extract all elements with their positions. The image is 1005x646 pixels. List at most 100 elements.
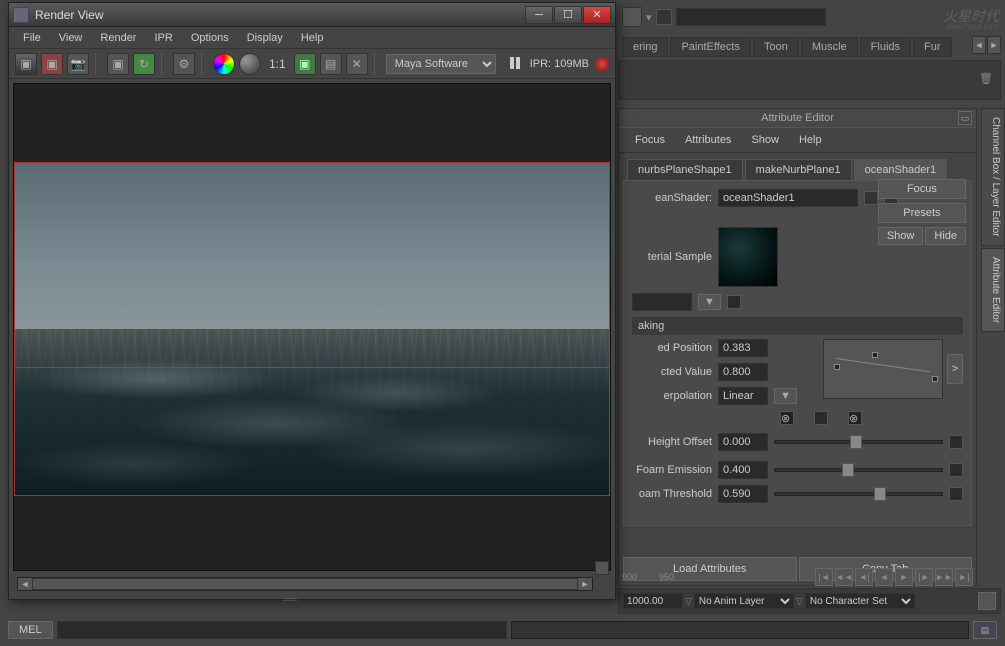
pause-icon[interactable] xyxy=(510,57,524,71)
input-connection-icon[interactable] xyxy=(864,191,878,205)
dropdown-icon[interactable]: ▽ xyxy=(796,596,803,607)
foam-emission-slider[interactable] xyxy=(774,468,943,472)
tab-oceanshader[interactable]: oceanShader1 xyxy=(854,159,948,180)
toolbar-icon[interactable] xyxy=(656,9,672,25)
search-input[interactable] xyxy=(676,8,826,26)
interp-dropdown-icon[interactable]: ▼ xyxy=(774,388,797,404)
mel-input[interactable] xyxy=(57,621,507,639)
shader-name-input[interactable] xyxy=(718,189,858,207)
height-slider[interactable] xyxy=(774,440,943,444)
focus-button[interactable]: Focus xyxy=(878,179,966,199)
alpha-channel-icon[interactable] xyxy=(239,53,261,75)
shelf-tab[interactable]: ering xyxy=(622,37,668,57)
scroll-left-icon[interactable]: ◄ xyxy=(18,578,32,590)
panel-close-icon[interactable]: ▭ xyxy=(958,111,972,125)
minimize-button[interactable]: ─ xyxy=(525,6,553,24)
material-sample-swatch[interactable] xyxy=(718,227,778,287)
horizontal-scrollbar[interactable]: ◄ ► xyxy=(17,577,593,591)
step-back-icon[interactable]: ◄◄ xyxy=(835,568,853,586)
menu-ipr[interactable]: IPR xyxy=(146,30,180,46)
menu-render[interactable]: Render xyxy=(92,30,144,46)
attr-connector-icon[interactable] xyxy=(949,463,963,477)
dropdown-input[interactable] xyxy=(632,293,692,311)
rewind-start-icon[interactable]: |◄ xyxy=(815,568,833,586)
menu-file[interactable]: File xyxy=(15,30,49,46)
foam-threshold-input[interactable] xyxy=(718,485,768,503)
record-icon[interactable] xyxy=(595,57,609,71)
side-tab-channel[interactable]: Channel Box / Layer Editor xyxy=(981,108,1005,246)
menu-help[interactable]: Help xyxy=(293,30,332,46)
remove-image-icon[interactable]: ✕ xyxy=(346,53,368,75)
current-frame-input[interactable] xyxy=(623,593,683,609)
attr-connector-icon[interactable] xyxy=(949,435,963,449)
menu-display[interactable]: Display xyxy=(239,30,291,46)
character-set-select[interactable]: No Character Set xyxy=(805,593,915,609)
render-viewport[interactable] xyxy=(13,83,611,571)
step-forward-icon[interactable]: ►► xyxy=(935,568,953,586)
menu-show[interactable]: Show xyxy=(743,132,787,148)
section-peaking[interactable]: aking xyxy=(632,317,963,335)
script-editor-icon[interactable]: ▤ xyxy=(973,621,997,639)
play-back-icon[interactable]: ◄ xyxy=(875,568,893,586)
ratio-label[interactable]: 1:1 xyxy=(265,57,290,71)
shelf-tab[interactable]: Muscle xyxy=(801,37,858,57)
keep-image-icon[interactable]: ▤ xyxy=(320,53,342,75)
curve-next-button[interactable]: > xyxy=(947,354,963,384)
rgb-channel-icon[interactable] xyxy=(213,53,235,75)
mel-label[interactable]: MEL xyxy=(8,621,53,639)
close-button[interactable]: ✕ xyxy=(583,6,611,24)
checkbox[interactable] xyxy=(727,295,741,309)
scroll-thumb[interactable] xyxy=(33,579,577,589)
render-settings-icon[interactable]: ⚙ xyxy=(173,53,195,75)
attr-connector-icon[interactable] xyxy=(949,487,963,501)
real-size-icon[interactable]: ▣ xyxy=(294,53,316,75)
curve-editor[interactable] xyxy=(823,339,943,399)
trash-icon[interactable]: 🗑 xyxy=(979,72,997,90)
menu-help[interactable]: Help xyxy=(791,132,830,148)
hide-button[interactable]: Hide xyxy=(925,227,966,245)
curve-box-icon[interactable]: ⊗ xyxy=(848,411,862,425)
foam-threshold-slider[interactable] xyxy=(774,492,943,496)
forward-end-icon[interactable]: ►| xyxy=(955,568,973,586)
maximize-button[interactable]: ☐ xyxy=(554,6,582,24)
value-input[interactable] xyxy=(718,363,768,381)
show-button[interactable]: Show xyxy=(878,227,924,245)
dropdown-arrow-icon[interactable]: ▼ xyxy=(698,294,721,310)
shelf-tab[interactable]: PaintEffects xyxy=(670,37,751,57)
title-bar[interactable]: Render View ─ ☐ ✕ xyxy=(9,3,615,27)
next-frame-icon[interactable]: |► xyxy=(915,568,933,586)
height-input[interactable] xyxy=(718,433,768,451)
tab-nurbs[interactable]: nurbsPlaneShape1 xyxy=(627,159,743,180)
menu-options[interactable]: Options xyxy=(183,30,237,46)
prev-frame-icon[interactable]: ◄| xyxy=(855,568,873,586)
shelf-tab[interactable]: Toon xyxy=(753,37,799,57)
refresh-icon[interactable]: ↻ xyxy=(133,53,155,75)
shelf-tab[interactable]: Fluids xyxy=(860,37,911,57)
foam-emission-input[interactable] xyxy=(718,461,768,479)
render-region-icon[interactable]: ▣ xyxy=(41,53,63,75)
timeline-settings-icon[interactable] xyxy=(978,592,996,610)
interp-input[interactable] xyxy=(718,387,768,405)
menu-focus[interactable]: Focus xyxy=(627,132,673,148)
menu-view[interactable]: View xyxy=(51,30,91,46)
curve-box-icon[interactable]: ⊗ xyxy=(780,411,794,425)
ipr-icon[interactable]: ▣ xyxy=(107,53,129,75)
dropdown-icon[interactable]: ▽ xyxy=(685,596,692,607)
renderer-select[interactable]: Maya Software xyxy=(386,54,496,74)
tab-makenurb[interactable]: makeNurbPlane1 xyxy=(745,159,852,180)
render-icon[interactable]: ▣ xyxy=(15,53,37,75)
play-forward-icon[interactable]: ► xyxy=(895,568,913,586)
snapshot-icon[interactable]: 📷 xyxy=(67,53,89,75)
presets-button[interactable]: Presets xyxy=(878,203,966,223)
anim-layer-select[interactable]: No Anim Layer xyxy=(694,593,794,609)
shelf-tab[interactable]: Fur xyxy=(913,37,952,57)
scroll-right-icon[interactable]: ► xyxy=(578,578,592,590)
shelf-prev-icon[interactable]: ◄ xyxy=(972,36,986,54)
shelf-next-icon[interactable]: ► xyxy=(987,36,1001,54)
position-input[interactable] xyxy=(718,339,768,357)
curve-box-icon[interactable] xyxy=(814,411,828,425)
toolbar-icon[interactable] xyxy=(622,7,642,27)
menu-attributes[interactable]: Attributes xyxy=(677,132,739,148)
resize-grip-icon[interactable] xyxy=(282,593,342,597)
side-tab-attribute[interactable]: Attribute Editor xyxy=(981,248,1005,332)
